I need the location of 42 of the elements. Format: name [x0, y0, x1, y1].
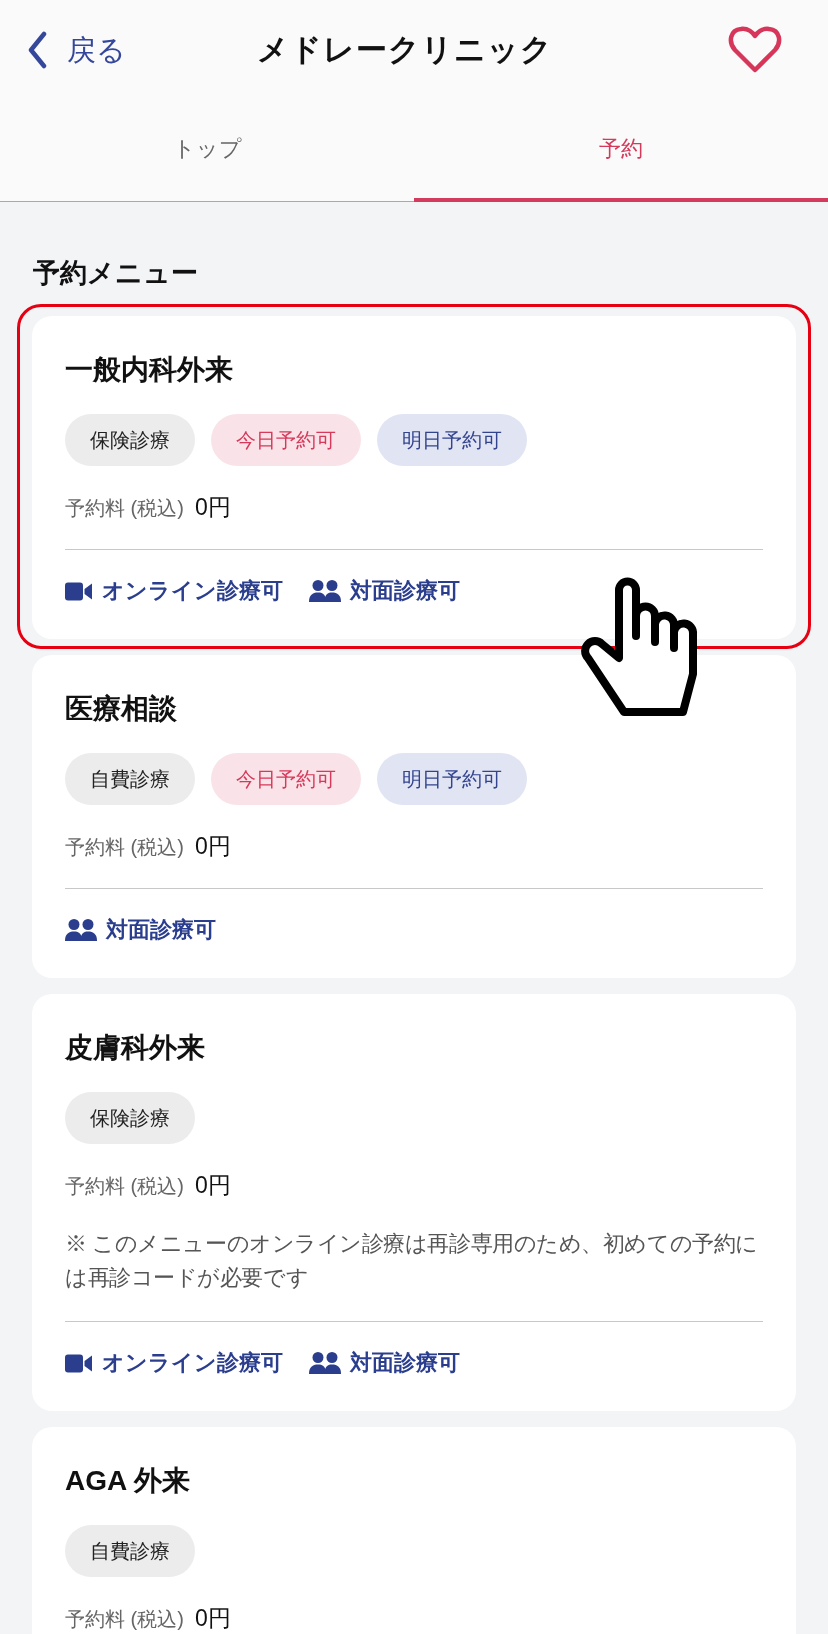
menu-title: 医療相談: [65, 692, 178, 726]
page-title: メドレークリニック: [256, 31, 553, 69]
availability-tag: 今日予約可: [211, 753, 361, 805]
chevron-left-icon: [27, 31, 47, 69]
menu-card[interactable]: 医療相談 自費診療 今日予約可 明日予約可 予約料 (税込) 0円 対面診療可: [32, 655, 796, 978]
fee-value: 0円: [194, 832, 231, 861]
availability-tag: 今日予約可: [211, 414, 361, 466]
feature-label: 対面診療可: [106, 916, 216, 944]
menu-title: 皮膚科外来: [65, 1031, 206, 1065]
menu-title: 一般内科外来: [65, 353, 234, 387]
fee-label: 予約料 (税込): [65, 1607, 184, 1632]
fee-label: 予約料 (税込): [65, 496, 184, 521]
people-icon: [309, 1352, 341, 1374]
fee-value: 0円: [194, 493, 231, 522]
availability-tag: 明日予約可: [377, 414, 527, 466]
feature-label: オンライン診療可: [102, 1349, 283, 1377]
heart-icon[interactable]: [728, 26, 782, 74]
coverage-tag: 自費診療: [65, 1525, 195, 1577]
people-icon: [309, 580, 341, 602]
fee-value: 0円: [194, 1171, 231, 1200]
feature-label: オンライン診療可: [102, 577, 283, 605]
back-link[interactable]: 戻る: [27, 30, 126, 70]
tab[interactable]: 予約: [414, 100, 828, 202]
coverage-tag: 自費診療: [65, 753, 195, 805]
fee-label: 予約料 (税込): [65, 835, 184, 860]
section-title: 予約メニュー: [33, 257, 199, 290]
menu-title: AGA 外来: [65, 1464, 191, 1498]
note-text: ※ このメニューのオンライン診療は再診専用のため、初めての予約には再診コードが必要です: [65, 1230, 759, 1292]
availability-tag: 明日予約可: [377, 753, 527, 805]
menu-card[interactable]: 一般内科外来 保険診療 今日予約可 明日予約可 予約料 (税込) 0円 オンライン診療可 対面診療可: [32, 316, 796, 639]
coverage-tag: 保険診療: [65, 1092, 195, 1144]
feature-label: 対面診療可: [350, 577, 460, 605]
fee-value: 0円: [194, 1604, 231, 1633]
tab[interactable]: トップ: [0, 100, 414, 202]
video-camera-icon: [65, 581, 92, 601]
video-camera-icon: [65, 1353, 92, 1373]
fee-label: 予約料 (税込): [65, 1174, 184, 1199]
coverage-tag: 保険診療: [65, 414, 195, 466]
menu-card[interactable]: 皮膚科外来 保険診療 予約料 (税込) 0円 ※ このメニューのオンライン診療は再診専用のため、初めての予約には再診コードが必要です オンライン診療可 対面診療可: [32, 994, 796, 1411]
feature-label: 対面診療可: [350, 1349, 460, 1377]
menu-card[interactable]: AGA 外来 自費診療 予約料 (税込) 0円: [32, 1427, 796, 1634]
people-icon: [65, 919, 97, 941]
